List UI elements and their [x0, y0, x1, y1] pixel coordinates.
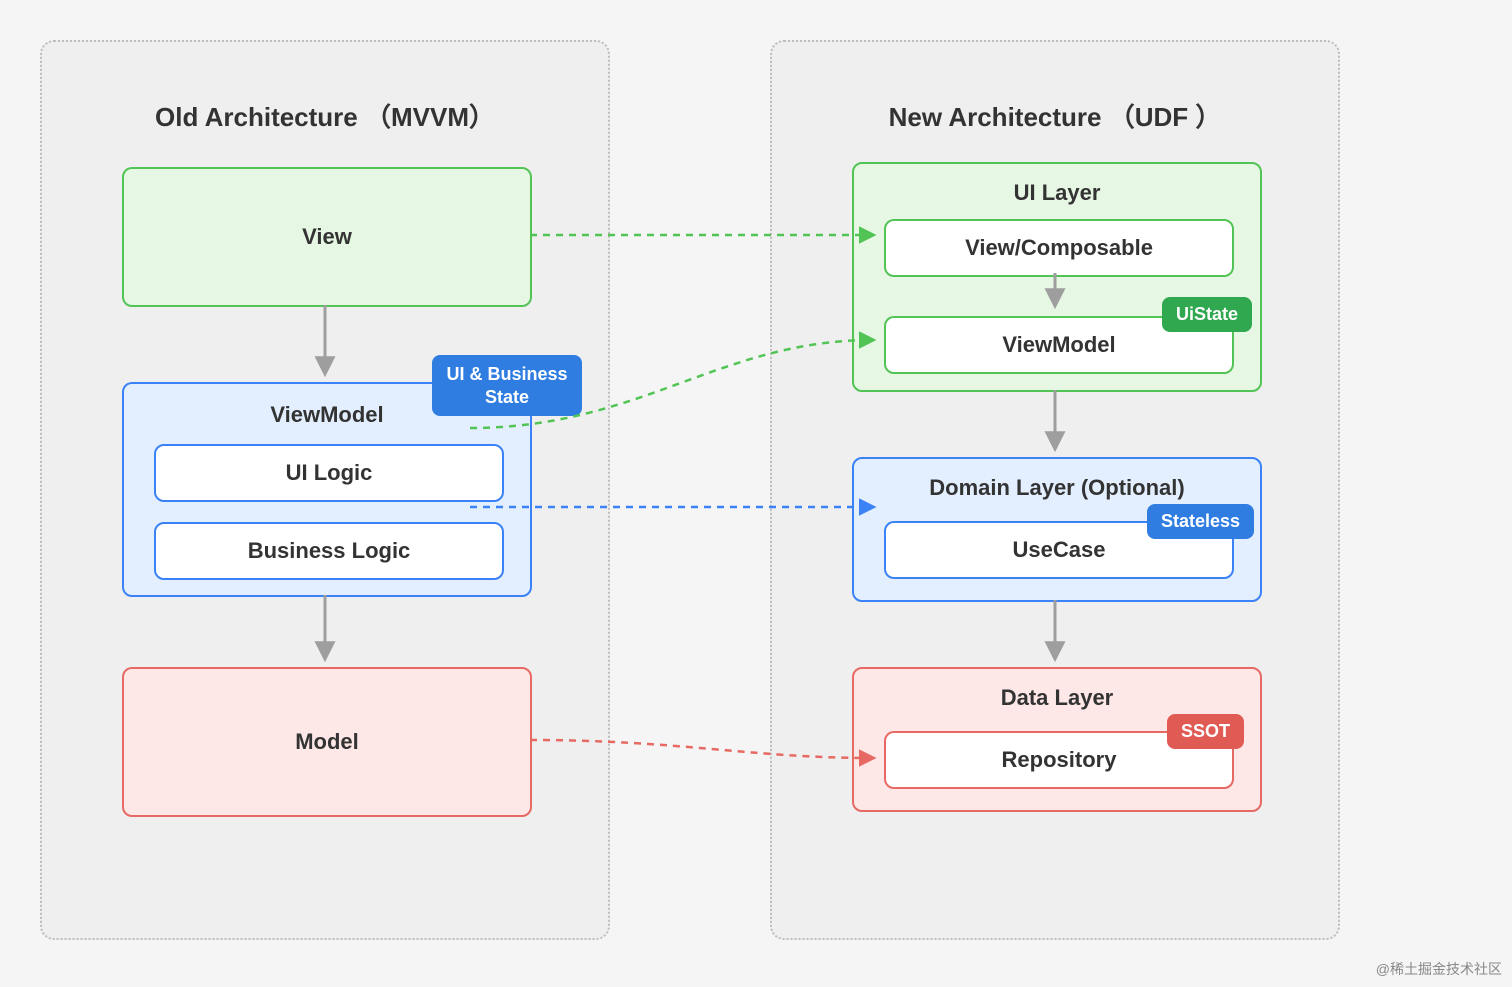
right-panel-title: New Architecture （UDF ）: [772, 97, 1338, 134]
ssot-badge: SSOT: [1167, 714, 1244, 749]
ui-layer-title: UI Layer: [854, 180, 1260, 206]
left-business-logic-box: Business Logic: [154, 522, 504, 580]
domain-layer-title: Domain Layer (Optional): [854, 475, 1260, 501]
left-model-label: Model: [124, 729, 530, 755]
left-view-label: View: [124, 224, 530, 250]
uistate-badge-label: UiState: [1176, 304, 1238, 324]
ssot-badge-label: SSOT: [1181, 721, 1230, 741]
left-view-box: View: [122, 167, 532, 307]
right-panel: New Architecture （UDF ） UI Layer View/Co…: [770, 40, 1340, 940]
data-layer-title: Data Layer: [854, 685, 1260, 711]
watermark-text: @稀土掘金技术社区: [1376, 959, 1502, 979]
stateless-badge-label: Stateless: [1161, 511, 1240, 531]
ui-layer-box: UI Layer View/Composable ViewModel: [852, 162, 1262, 392]
stateless-badge: Stateless: [1147, 504, 1254, 539]
uistate-badge: UiState: [1162, 297, 1252, 332]
left-panel-title: Old Architecture （MVVM）: [42, 97, 608, 134]
left-ui-logic-box: UI Logic: [154, 444, 504, 502]
left-panel: Old Architecture （MVVM） View ViewModel U…: [40, 40, 610, 940]
left-model-box: Model: [122, 667, 532, 817]
ui-business-state-badge-label: UI & Business State: [446, 364, 567, 407]
view-composable-box: View/Composable: [884, 219, 1234, 277]
ui-business-state-badge: UI & Business State: [432, 355, 582, 416]
